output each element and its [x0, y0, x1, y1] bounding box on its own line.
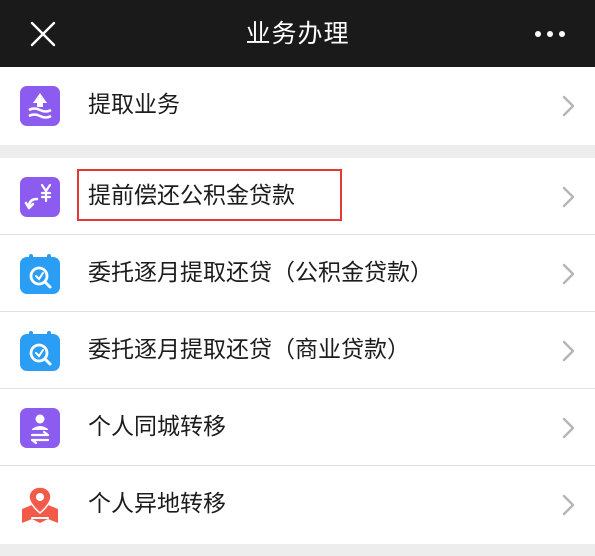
chevron-right-icon: [562, 95, 575, 117]
chevron-right-icon: [562, 263, 575, 285]
map-pin-transfer-icon: [22, 486, 58, 523]
menu-item-remote-transfer[interactable]: 个人异地转移: [0, 466, 595, 543]
chevron-right-icon: [562, 417, 575, 439]
chevron-right-icon: [562, 186, 575, 208]
chevron-right-icon: [562, 340, 575, 362]
menu-item-label: 委托逐月提取还贷（商业贷款）: [88, 337, 410, 363]
menu-group-services: 提前偿还公积金贷款 委托逐月提取还贷（公积金贷款） 委托逐月提取还贷（商业贷款）…: [0, 158, 595, 544]
menu-item-withdraw[interactable]: 提取业务: [0, 67, 595, 144]
calendar-search-icon: [20, 331, 60, 371]
menu-item-entrust-fund-loan[interactable]: 委托逐月提取还贷（公积金贷款）: [0, 235, 595, 312]
menu-group-withdraw: 提取业务: [0, 67, 595, 145]
nav-bar: 业务办理: [0, 0, 595, 67]
menu-item-label: 个人异地转移: [88, 491, 226, 517]
menu-item-label: 提前偿还公积金贷款: [88, 183, 295, 209]
menu-item-label: 提取业务: [88, 92, 180, 118]
person-transfer-icon: [20, 408, 60, 448]
chevron-right-icon: [562, 494, 575, 516]
menu-item-local-transfer[interactable]: 个人同城转移: [0, 389, 595, 466]
more-icon[interactable]: [533, 24, 567, 44]
menu-item-label: 委托逐月提取还贷（公积金贷款）: [88, 260, 433, 286]
menu-item-entrust-commercial-loan[interactable]: 委托逐月提取还贷（商业贷款）: [0, 312, 595, 389]
calendar-search-icon: [20, 254, 60, 294]
withdraw-icon: [20, 86, 60, 126]
loan-repay-icon: [20, 177, 60, 217]
page-title: 业务办理: [245, 19, 350, 48]
menu-item-label: 个人同城转移: [88, 414, 226, 440]
menu-item-early-repay[interactable]: 提前偿还公积金贷款: [0, 158, 595, 235]
